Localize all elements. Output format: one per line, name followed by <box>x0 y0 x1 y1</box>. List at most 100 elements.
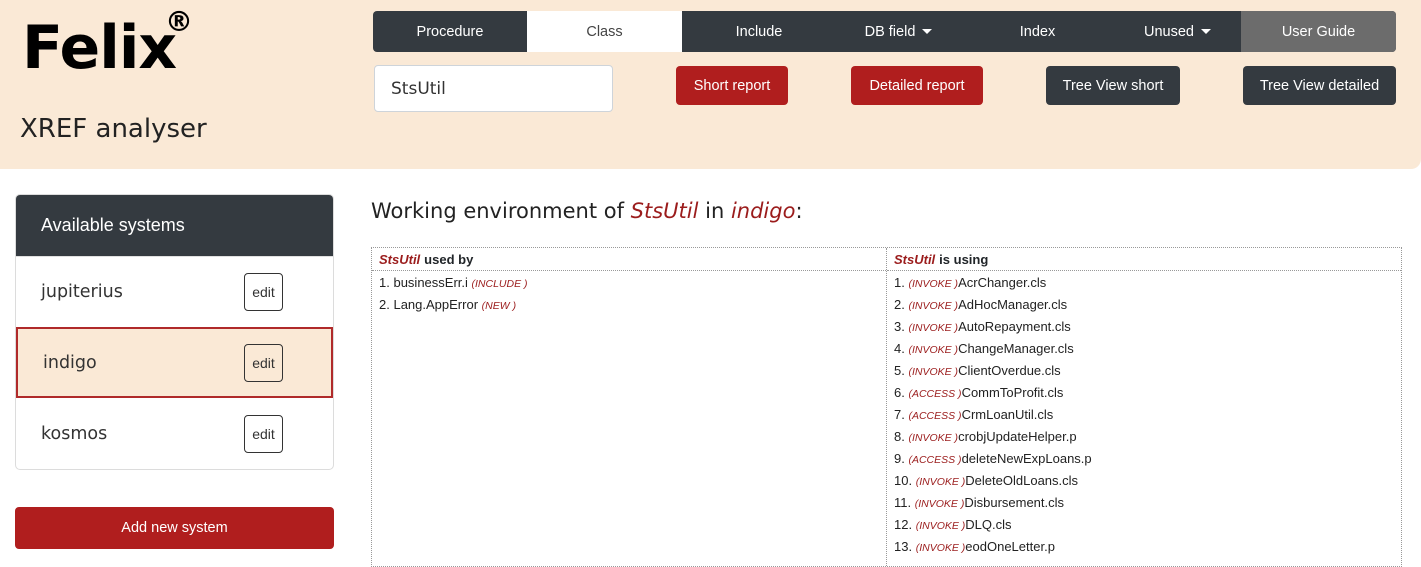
item-name: DeleteOldLoans.cls <box>965 473 1079 488</box>
reference-type: (INVOKE ) <box>915 476 966 488</box>
add-system-button[interactable]: Add new system <box>15 507 334 549</box>
heading-system: indigo <box>730 199 796 223</box>
app-subtitle: XREF analyser <box>20 114 207 144</box>
item-name: AcrChanger.cls <box>958 275 1047 290</box>
page-title: Working environment of StsUtil in indigo… <box>371 199 803 223</box>
systems-panel: Available systems jupiterius edit indigo… <box>15 194 334 470</box>
list-item[interactable]: 12. (INVOKE )DLQ.cls <box>894 517 1401 539</box>
nav-index-label: Index <box>1019 23 1056 40</box>
reference-type: (INVOKE ) <box>915 520 966 532</box>
nav-include[interactable]: Include <box>682 11 836 52</box>
object-search-input[interactable] <box>374 65 613 112</box>
item-name: businessErr.i <box>393 275 468 290</box>
item-name: deleteNewExpLoans.p <box>961 451 1092 466</box>
edit-system-button[interactable]: edit <box>244 414 283 453</box>
edit-system-button[interactable]: edit <box>244 343 283 382</box>
list-item[interactable]: 6. (ACCESS )CommToProfit.cls <box>894 385 1401 407</box>
reference-type: (ACCESS ) <box>908 388 962 400</box>
detailed-report-label: Detailed report <box>869 77 965 94</box>
nav-class[interactable]: Class <box>527 11 682 52</box>
list-item[interactable]: 2. Lang.AppError (NEW ) <box>379 297 886 319</box>
using-column: StsUtil is using 1. (INVOKE )AcrChanger.c… <box>887 248 1401 566</box>
system-item-jupiterius[interactable]: jupiterius edit <box>16 256 333 327</box>
heading-mid: in <box>698 199 731 223</box>
caret-down-icon <box>922 29 933 34</box>
tree-view-short-button[interactable]: Tree View short <box>1046 66 1180 105</box>
item-name: crobjUpdateHelper.p <box>958 429 1077 444</box>
item-number: 10. <box>894 473 913 488</box>
item-name: Disbursement.cls <box>964 495 1065 510</box>
nav-procedure[interactable]: Procedure <box>373 11 527 52</box>
item-name: ChangeManager.cls <box>958 341 1074 356</box>
reference-type: (INVOKE ) <box>908 278 959 290</box>
add-system-label: Add new system <box>121 520 228 536</box>
used-by-column: StsUtil used by 1. businessErr.i (INCLUDE… <box>372 248 887 566</box>
header-object: StsUtil <box>379 251 421 267</box>
main-nav: Procedure Class Include DB field Index U… <box>373 11 1396 52</box>
reference-type: (ACCESS ) <box>908 454 962 466</box>
header-label: used by <box>424 251 474 267</box>
item-number: 2. <box>379 297 390 312</box>
list-item[interactable]: 1. businessErr.i (INCLUDE ) <box>379 275 886 297</box>
list-item[interactable]: 8. (INVOKE )crobjUpdateHelper.p <box>894 429 1401 451</box>
system-item-indigo[interactable]: indigo edit <box>16 327 333 398</box>
reference-type: (ACCESS ) <box>908 410 962 422</box>
list-item[interactable]: 3. (INVOKE )AutoRepayment.cls <box>894 319 1401 341</box>
item-name: CrmLoanUtil.cls <box>961 407 1054 422</box>
item-name: CommToProfit.cls <box>961 385 1064 400</box>
tree-view-short-label: Tree View short <box>1062 77 1164 94</box>
list-item[interactable]: 1. (INVOKE )AcrChanger.cls <box>894 275 1401 297</box>
list-item[interactable]: 7. (ACCESS )CrmLoanUtil.cls <box>894 407 1401 429</box>
reference-type: (INVOKE ) <box>908 344 959 356</box>
nav-unused-label: Unused <box>1144 23 1194 40</box>
nav-procedure-label: Procedure <box>416 23 484 40</box>
edit-system-button[interactable]: edit <box>244 273 283 311</box>
item-name: ClientOverdue.cls <box>958 363 1061 378</box>
xref-table: StsUtil used by 1. businessErr.i (INCLUDE… <box>371 247 1402 567</box>
reference-type: (INCLUDE ) <box>471 278 528 290</box>
registered-mark: ® <box>165 5 193 38</box>
list-item[interactable]: 10. (INVOKE )DeleteOldLoans.cls <box>894 473 1401 495</box>
list-item[interactable]: 4. (INVOKE )ChangeManager.cls <box>894 341 1401 363</box>
item-name: AutoRepayment.cls <box>958 319 1071 334</box>
system-name: jupiterius <box>41 282 123 302</box>
item-number: 4. <box>894 341 905 356</box>
heading-prefix: Working environment of <box>371 199 631 223</box>
reference-type: (INVOKE ) <box>908 300 959 312</box>
reference-type: (INVOKE ) <box>914 498 965 510</box>
nav-user-guide[interactable]: User Guide <box>1241 11 1396 52</box>
system-item-kosmos[interactable]: kosmos edit <box>16 398 333 469</box>
list-item[interactable]: 2. (INVOKE )AdHocManager.cls <box>894 297 1401 319</box>
reference-type: (NEW ) <box>481 300 517 312</box>
short-report-label: Short report <box>693 77 771 94</box>
tree-view-detailed-button[interactable]: Tree View detailed <box>1243 66 1396 105</box>
heading-suffix: : <box>795 199 803 223</box>
reference-type: (INVOKE ) <box>915 542 966 554</box>
page-header: Felix ® XREF analyser Procedure Class Inc… <box>0 0 1421 169</box>
item-number: 7. <box>894 407 905 422</box>
list-item[interactable]: 13. (INVOKE )eodOneLetter.p <box>894 539 1401 561</box>
short-report-button[interactable]: Short report <box>676 66 788 105</box>
item-name: DLQ.cls <box>965 517 1012 532</box>
reference-type: (INVOKE ) <box>908 366 959 378</box>
header-label: is using <box>939 251 989 267</box>
list-item[interactable]: 5. (INVOKE )ClientOverdue.cls <box>894 363 1401 385</box>
item-number: 8. <box>894 429 905 444</box>
nav-index[interactable]: Index <box>961 11 1114 52</box>
item-name: Lang.AppError <box>393 297 479 312</box>
system-name: indigo <box>43 352 97 373</box>
nav-include-label: Include <box>735 23 783 40</box>
detailed-report-button[interactable]: Detailed report <box>851 66 983 105</box>
item-name: AdHocManager.cls <box>958 297 1068 312</box>
item-number: 3. <box>894 319 905 334</box>
list-item[interactable]: 9. (ACCESS )deleteNewExpLoans.p <box>894 451 1401 473</box>
nav-unused[interactable]: Unused <box>1114 11 1241 52</box>
system-name: kosmos <box>41 423 108 444</box>
nav-db-field-label: DB field <box>864 23 916 40</box>
reference-type: (INVOKE ) <box>908 432 959 444</box>
item-name: eodOneLetter.p <box>965 539 1055 554</box>
caret-down-icon <box>1200 29 1211 34</box>
nav-db-field[interactable]: DB field <box>836 11 961 52</box>
header-object: StsUtil <box>894 251 936 267</box>
list-item[interactable]: 11. (INVOKE )Disbursement.cls <box>894 495 1401 517</box>
